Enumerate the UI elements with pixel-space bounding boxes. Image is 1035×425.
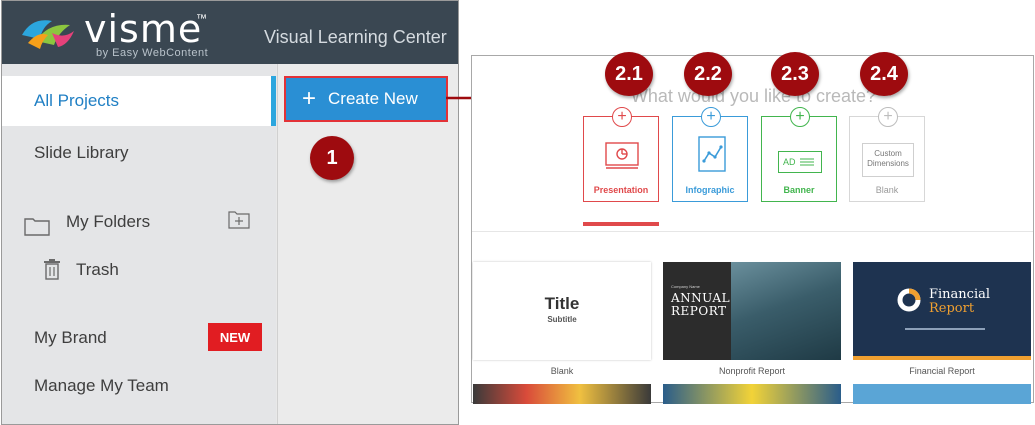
folder-icon xyxy=(24,218,50,236)
template-financial-title-line1: Financial xyxy=(929,287,991,302)
dialog-divider xyxy=(472,231,1033,232)
add-folder-icon[interactable] xyxy=(228,209,250,229)
infographic-icon xyxy=(698,136,726,172)
custom-dimensions-line2: Dimensions xyxy=(867,159,909,169)
create-new-label: Create New xyxy=(328,89,418,108)
type-card-blank[interactable]: + Custom Dimensions Blank xyxy=(849,107,925,202)
template-financial-title: Financial Report xyxy=(929,287,991,317)
template-financial-report[interactable]: Financial Report xyxy=(853,262,1031,360)
type-label-blank: Blank xyxy=(875,185,899,195)
water-hands-photo xyxy=(731,262,841,360)
template-nonprofit-company: Company Name xyxy=(671,284,700,289)
presentation-icon xyxy=(605,142,639,169)
sidebar-item-my-folders[interactable]: My Folders xyxy=(66,212,150,232)
logo-subtext: by Easy WebContent xyxy=(96,47,209,59)
custom-dimensions-line1: Custom xyxy=(874,149,902,158)
top-bar: visme ™ by Easy WebContent Visual Learni… xyxy=(2,1,458,64)
sidebar-item-all-projects[interactable]: All Projects xyxy=(2,76,276,126)
trash-icon xyxy=(44,259,60,280)
page-title: Visual Learning Center xyxy=(264,27,447,47)
visme-dashboard-panel: visme ™ by Easy WebContent Visual Learni… xyxy=(1,0,459,425)
step-marker-2-1: 2.1 xyxy=(605,52,653,96)
step-marker-1: 1 xyxy=(310,136,354,180)
sidebar-item-my-brand[interactable]: My Brand xyxy=(34,328,107,348)
template-row2-1[interactable] xyxy=(473,384,651,404)
template-caption-nonprofit: Nonprofit Report xyxy=(718,366,786,376)
template-nonprofit-report[interactable]: Company Name ANNUAL REPORT xyxy=(663,262,841,360)
banner-icon: AD xyxy=(778,151,822,173)
step-marker-2-2: 2.2 xyxy=(684,52,732,96)
sidebar-item-slide-library[interactable]: Slide Library xyxy=(2,128,276,178)
template-blank-title: Title xyxy=(544,294,580,313)
type-label-presentation: Presentation xyxy=(593,185,649,195)
step-marker-2-3: 2.3 xyxy=(771,52,819,96)
template-nonprofit-title: ANNUAL REPORT xyxy=(671,291,730,319)
type-card-banner[interactable]: + AD Banner xyxy=(761,107,837,202)
step-marker-2-4: 2.4 xyxy=(860,52,908,96)
logo-wordmark: visme xyxy=(84,7,203,51)
visme-logo[interactable]: visme ™ by Easy WebContent xyxy=(18,7,218,59)
lines-icon xyxy=(799,158,814,166)
template-blank[interactable]: Title Subtitle xyxy=(473,262,651,360)
add-infographic-icon[interactable]: + xyxy=(701,107,721,127)
template-caption-financial: Financial Report xyxy=(909,366,975,376)
create-prompt: What would you like to create? xyxy=(630,86,877,106)
type-label-infographic: Infographic xyxy=(685,185,735,195)
template-nonprofit-title-line2: REPORT xyxy=(671,304,727,319)
template-financial-title-line2: Report xyxy=(929,301,975,317)
template-financial-rule xyxy=(905,328,985,330)
banner-ad-text: AD xyxy=(783,157,796,167)
visme-logo-icon xyxy=(22,20,74,49)
logo-trademark: ™ xyxy=(196,13,207,25)
add-blank-icon[interactable]: + xyxy=(878,107,898,127)
sidebar-item-manage-team[interactable]: Manage My Team xyxy=(34,376,169,396)
sidebar-item-trash[interactable]: Trash xyxy=(76,260,119,280)
type-card-presentation[interactable]: + Presentation xyxy=(583,107,659,202)
type-label-banner: Banner xyxy=(783,185,815,195)
sidebar: All Projects Slide Library My Folders Tr… xyxy=(2,64,276,424)
template-row2-2[interactable] xyxy=(663,384,841,404)
type-card-infographic[interactable]: + Infographic xyxy=(672,107,748,202)
active-type-indicator xyxy=(583,222,659,226)
new-badge: NEW xyxy=(208,323,262,351)
template-blank-subtitle: Subtitle xyxy=(547,315,577,324)
add-presentation-icon[interactable]: + xyxy=(612,107,632,127)
donut-chart-icon xyxy=(897,288,921,312)
template-financial-accent-bar xyxy=(853,356,1031,360)
add-banner-icon[interactable]: + xyxy=(790,107,810,127)
create-new-button[interactable]: + Create New xyxy=(284,76,448,122)
template-caption-blank: Blank xyxy=(550,366,574,376)
plus-icon: + xyxy=(302,85,317,112)
template-row2-3[interactable] xyxy=(853,384,1031,404)
custom-dimensions-box: Custom Dimensions xyxy=(862,143,914,177)
